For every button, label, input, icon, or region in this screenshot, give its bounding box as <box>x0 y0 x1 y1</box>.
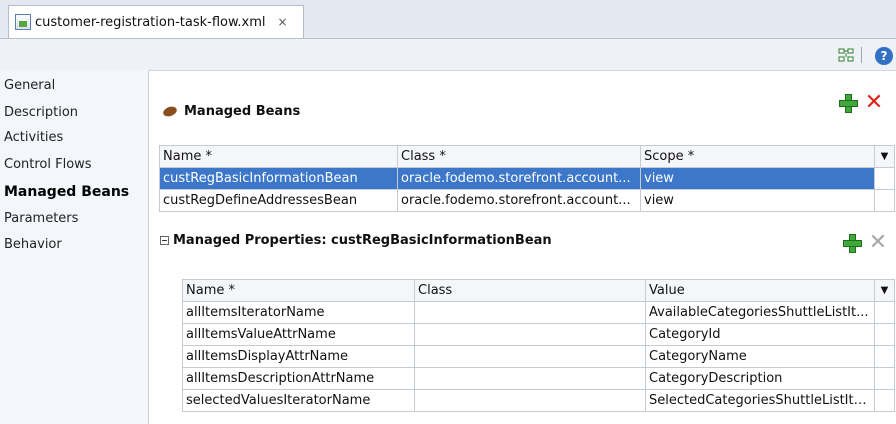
managed-beans-header: Managed Beans <box>161 104 301 119</box>
sidebar-item-behavior[interactable]: Behavior <box>4 234 62 256</box>
managed-properties-table: Name * Class Value ▼ allItemsIteratorNam… <box>182 279 895 412</box>
managed-properties-header: Managed Properties: custRegBasicInformat… <box>160 233 552 248</box>
table-row[interactable]: allItemsIteratorName AvailableCategories… <box>182 301 895 324</box>
property-value-cell[interactable]: CategoryId <box>645 323 875 346</box>
property-class-cell[interactable] <box>414 367 646 390</box>
table-row[interactable]: custRegBasicInformationBean oracle.fodem… <box>159 167 895 190</box>
add-property-icon[interactable] <box>842 233 862 253</box>
editor-tab-label: customer-registration-task-flow.xml <box>35 14 266 30</box>
bean-scope-cell[interactable]: view <box>640 167 875 190</box>
add-bean-icon[interactable] <box>838 93 858 113</box>
property-value-cell[interactable]: AvailableCategoriesShuttleListIt... <box>645 301 875 324</box>
property-name-cell[interactable]: allItemsDisplayAttrName <box>182 345 415 368</box>
column-header-value[interactable]: Value <box>645 279 875 302</box>
property-name-cell[interactable]: selectedValuesIteratorName <box>182 389 415 412</box>
property-class-cell[interactable] <box>414 345 646 368</box>
empty-cell <box>874 189 895 212</box>
diagram-icon[interactable] <box>838 48 854 62</box>
property-name-cell[interactable]: allItemsValueAttrName <box>182 323 415 346</box>
property-class-cell[interactable] <box>414 323 646 346</box>
bean-scope-cell[interactable]: view <box>640 189 875 212</box>
property-class-cell[interactable] <box>414 301 646 324</box>
empty-cell <box>874 345 895 368</box>
table-row[interactable]: custRegDefineAddressesBean oracle.fodemo… <box>159 189 895 212</box>
sidebar-item-managed-beans[interactable]: Managed Beans <box>4 181 129 203</box>
property-value-cell[interactable]: CategoryName <box>645 345 875 368</box>
column-header-scope[interactable]: Scope * <box>640 145 875 168</box>
table-row[interactable]: allItemsDisplayAttrName CategoryName <box>182 345 895 368</box>
managed-properties-title: Managed Properties: custRegBasicInformat… <box>173 233 552 248</box>
sidebar-item-description[interactable]: Description <box>4 102 78 124</box>
empty-cell <box>874 167 895 190</box>
collapse-icon[interactable] <box>160 236 169 245</box>
delete-property-icon[interactable]: ✕ <box>868 232 888 254</box>
overview-sidebar: General Description Activities Control F… <box>0 70 149 424</box>
column-header-name[interactable]: Name * <box>159 145 398 168</box>
bean-class-cell[interactable]: oracle.fodemo.storefront.account... <box>397 189 641 212</box>
editor-tab-customer-registration[interactable]: customer-registration-task-flow.xml × <box>8 5 304 38</box>
close-icon[interactable]: × <box>278 15 288 29</box>
bean-name-cell[interactable]: custRegBasicInformationBean <box>159 167 398 190</box>
table-row[interactable]: selectedValuesIteratorName SelectedCateg… <box>182 389 895 412</box>
empty-cell <box>874 389 895 412</box>
property-value-cell[interactable]: CategoryDescription <box>645 367 875 390</box>
empty-cell <box>874 323 895 346</box>
property-class-cell[interactable] <box>414 389 646 412</box>
managed-beans-table: Name * Class * Scope * ▼ custRegBasicInf… <box>159 145 895 212</box>
column-menu-icon[interactable]: ▼ <box>874 279 895 302</box>
column-header-name[interactable]: Name * <box>182 279 415 302</box>
editor-toolbar: ? <box>0 39 896 71</box>
property-name-cell[interactable]: allItemsIteratorName <box>182 301 415 324</box>
property-name-cell[interactable]: allItemsDescriptionAttrName <box>182 367 415 390</box>
editor-tab-bar: customer-registration-task-flow.xml × <box>0 0 896 39</box>
sidebar-item-general[interactable]: General <box>4 75 55 97</box>
property-value-cell[interactable]: SelectedCategoriesShuttleListIte... <box>645 389 875 412</box>
toolbar-separator <box>861 47 862 63</box>
sidebar-item-control-flows[interactable]: Control Flows <box>4 154 92 176</box>
bean-icon <box>161 104 179 119</box>
column-menu-icon[interactable]: ▼ <box>874 145 895 168</box>
sidebar-item-activities[interactable]: Activities <box>4 127 63 149</box>
help-icon[interactable]: ? <box>875 47 893 65</box>
delete-bean-icon[interactable]: ✕ <box>864 92 884 114</box>
task-flow-file-icon <box>15 14 31 30</box>
empty-cell <box>874 367 895 390</box>
table-row[interactable]: allItemsValueAttrName CategoryId <box>182 323 895 346</box>
bean-class-cell[interactable]: oracle.fodemo.storefront.account... <box>397 167 641 190</box>
column-header-class[interactable]: Class <box>414 279 646 302</box>
sidebar-item-parameters[interactable]: Parameters <box>4 208 78 230</box>
column-header-class[interactable]: Class * <box>397 145 641 168</box>
managed-beans-title: Managed Beans <box>184 104 301 119</box>
table-row[interactable]: allItemsDescriptionAttrName CategoryDesc… <box>182 367 895 390</box>
bean-name-cell[interactable]: custRegDefineAddressesBean <box>159 189 398 212</box>
empty-cell <box>874 301 895 324</box>
